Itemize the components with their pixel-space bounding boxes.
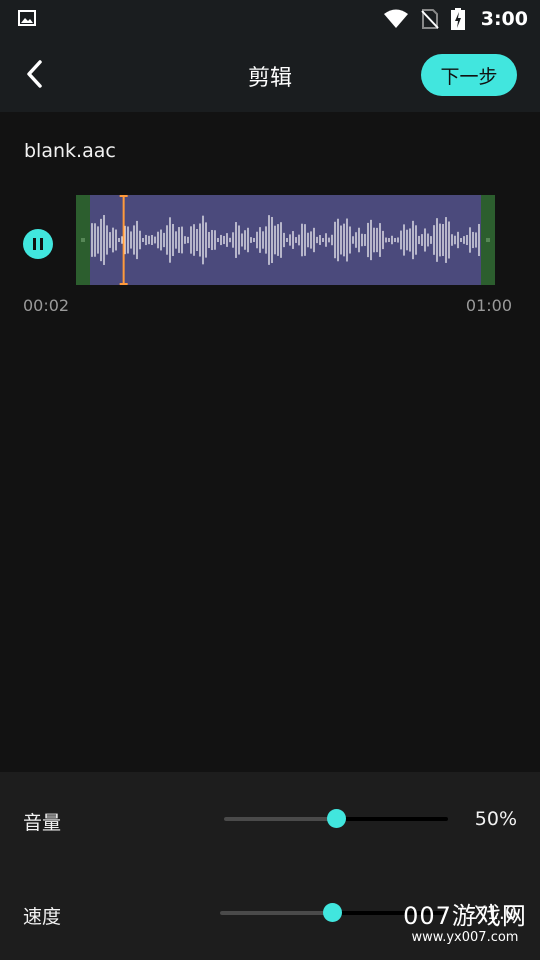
no-sim-icon [421,9,439,29]
battery-charging-icon [450,8,465,30]
status-bar: 3:00 [0,0,540,38]
status-time: 3:00 [480,8,528,30]
wifi-icon [383,9,408,28]
speed-label: 速度 [23,906,62,928]
pause-icon [33,238,36,250]
volume-slider-thumb[interactable] [327,809,346,828]
image-icon [18,10,36,26]
watermark-url: www.yx007.com [411,930,519,945]
end-time: 01:00 [465,296,512,315]
pause-button[interactable] [23,229,53,259]
toolbar: 剪辑 下一步 [0,38,540,112]
watermark: 007游戏网 www.yx007.com [400,902,530,954]
waveform [76,195,495,285]
volume-value: 50% [474,808,517,830]
waveform-trimmer[interactable] [76,195,495,285]
volume-label: 音量 [23,812,62,834]
audio-filename: blank.aac [24,140,116,162]
next-step-button[interactable]: 下一步 [421,54,517,96]
volume-slider[interactable] [224,809,448,829]
status-icons: 3:00 [383,7,528,31]
watermark-title: 007游戏网 [403,902,527,930]
right-trim-handle[interactable] [481,195,495,285]
left-trim-handle[interactable] [76,195,90,285]
start-time: 00:02 [23,296,70,315]
speed-slider-thumb[interactable] [323,903,342,922]
waveform-background [76,195,495,285]
